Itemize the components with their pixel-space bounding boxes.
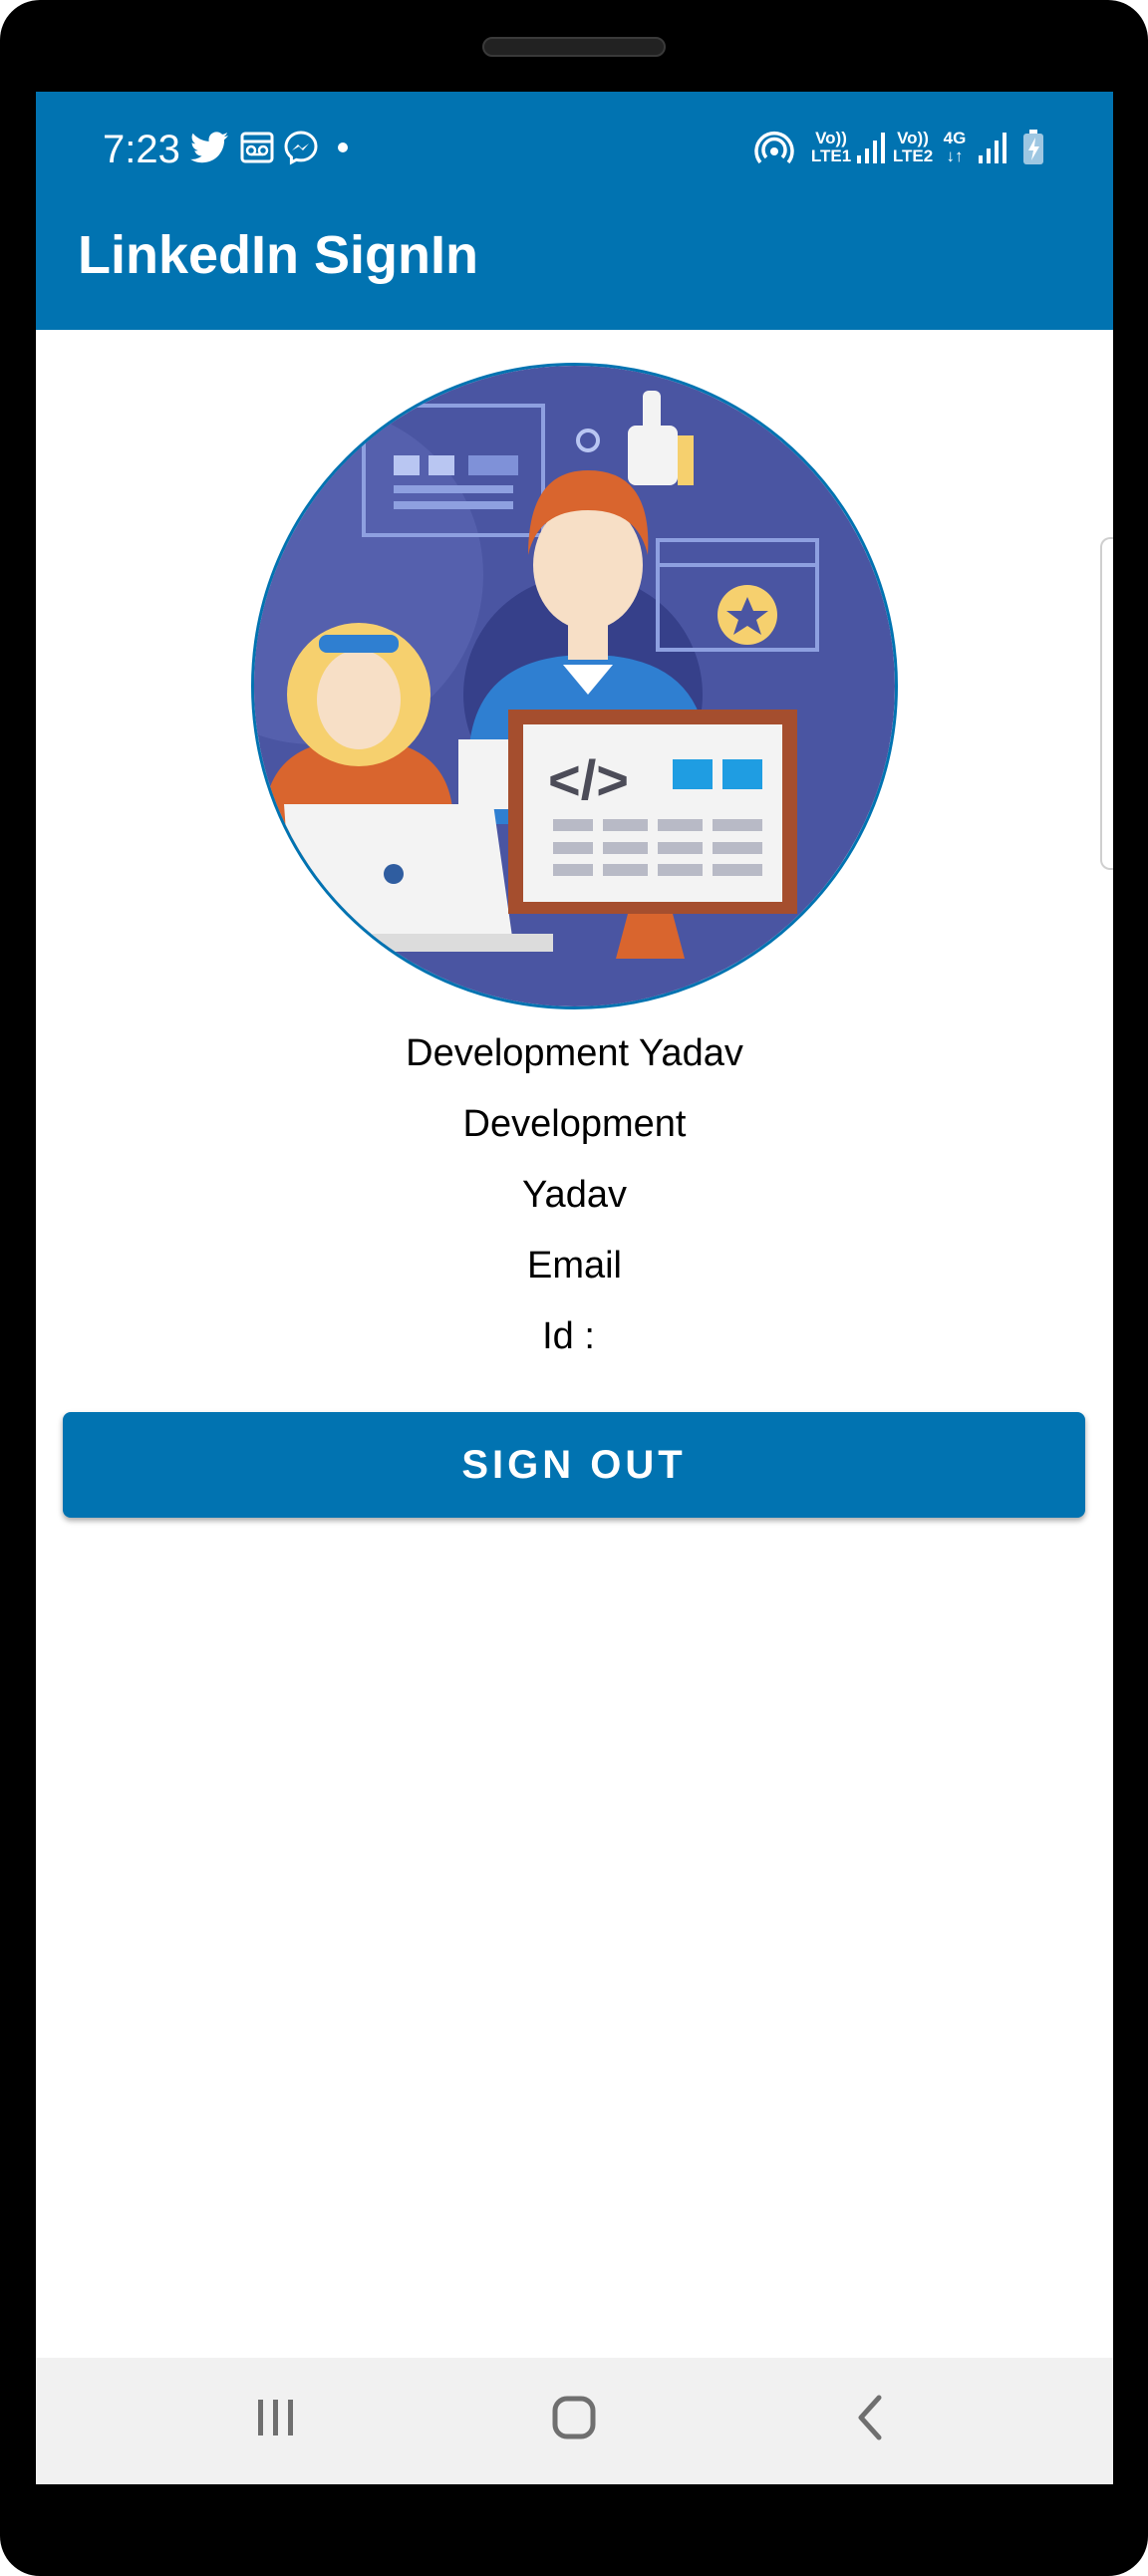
data-arrows-icon: ↓↑ — [946, 146, 964, 165]
home-icon[interactable] — [544, 2388, 604, 2447]
profile-last-name: Yadav — [522, 1174, 627, 1216]
signal-sim2-icon — [979, 133, 1006, 163]
recents-icon[interactable] — [245, 2388, 305, 2447]
sim2-volte-label: Vo)) LTE2 — [891, 130, 935, 165]
lte-label: LTE2 — [892, 146, 934, 165]
messenger-icon — [284, 131, 318, 165]
profile-id: Id : — [542, 1315, 595, 1357]
hotspot-icon — [754, 132, 794, 164]
phone-frame: 7:23 Vo)) LTE1 Vo)) LTE2 4G ↓↑ LinkedIn … — [0, 0, 1148, 2576]
profile-full-name: Development Yadav — [406, 1032, 743, 1074]
signal-sim1-icon — [857, 133, 885, 163]
top-bar: 7:23 Vo)) LTE1 Vo)) LTE2 4G ↓↑ LinkedIn … — [36, 92, 1113, 330]
svg-text:</>: </> — [548, 748, 629, 811]
status-bar: 7:23 Vo)) LTE1 Vo)) LTE2 4G ↓↑ — [36, 92, 1113, 201]
profile-avatar: </> — [251, 363, 898, 1009]
earpiece-speaker — [482, 37, 666, 57]
sim1-volte-label: Vo)) LTE1 — [809, 130, 853, 165]
lte-label: LTE1 — [810, 146, 852, 165]
volte-label: Vo)) — [897, 129, 929, 147]
dot-icon — [338, 143, 348, 152]
twitter-icon — [190, 132, 228, 163]
screen: 7:23 Vo)) LTE1 Vo)) LTE2 4G ↓↑ LinkedIn … — [36, 92, 1113, 2484]
network-4g-label: 4G ↓↑ — [939, 130, 971, 165]
app-title: LinkedIn SignIn — [78, 225, 478, 285]
voicemail-icon — [240, 132, 274, 163]
navigation-bar — [36, 2358, 1113, 2484]
status-time: 7:23 — [103, 128, 180, 171]
profile-email: Email — [526, 1245, 623, 1287]
developer-illustration: </> — [254, 366, 895, 1006]
back-icon[interactable] — [841, 2388, 901, 2447]
4g-label: 4G — [943, 129, 967, 147]
sign-out-button[interactable]: SIGN OUT — [63, 1412, 1085, 1518]
profile-first-name: Development — [462, 1103, 687, 1145]
volte-label: Vo)) — [815, 129, 847, 147]
battery-charging-icon — [1023, 130, 1043, 164]
edge-panel-handle[interactable] — [1100, 537, 1113, 870]
